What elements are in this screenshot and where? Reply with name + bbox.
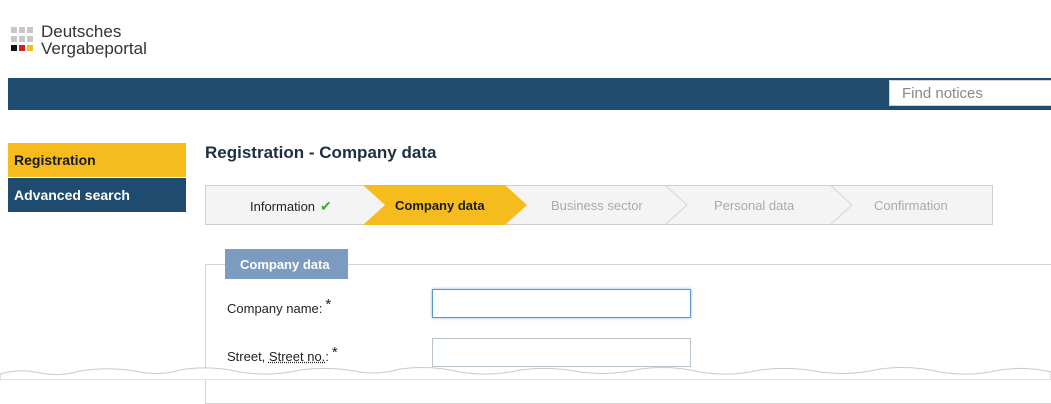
brand-line-1: Deutsches [41, 22, 122, 41]
company-name-label: Company name: * [227, 296, 331, 316]
sidebar-item-label: Registration [14, 152, 96, 168]
sidebar-item-advanced-search[interactable]: Advanced search [8, 178, 186, 212]
step-information: Information ✔ [250, 198, 332, 215]
sidebar-item-registration[interactable]: Registration [8, 143, 186, 177]
step-label: Business sector [551, 198, 643, 213]
company-name-label-text: Company name: [227, 301, 323, 316]
search-input[interactable] [889, 80, 1051, 106]
required-marker: * [331, 344, 338, 361]
step-company-data: Company data [395, 198, 485, 213]
step-label: Information [250, 199, 316, 214]
step-business-sector: Business sector [551, 198, 643, 213]
company-data-panel [205, 264, 1051, 404]
panel-legend: Company data [225, 249, 348, 279]
step-personal-data: Personal data [714, 198, 794, 213]
company-name-input[interactable] [432, 289, 691, 318]
step-label: Company data [395, 198, 485, 213]
checkmark-icon: ✔ [320, 198, 332, 214]
torn-edge-decoration [0, 367, 1051, 380]
registration-stepper: Information ✔ Company data Business secto… [205, 185, 993, 225]
brand-line-2: Vergabeportal [41, 39, 147, 58]
page-title: Registration - Company data [205, 143, 437, 162]
step-confirmation: Confirmation [874, 198, 948, 213]
top-navbar [8, 78, 1051, 110]
logo-text: Deutsches Vergabeportal [41, 23, 147, 57]
sidebar-item-label: Advanced search [14, 187, 130, 203]
step-label: Personal data [714, 198, 795, 213]
required-marker: * [325, 296, 332, 313]
logo-grid-icon [11, 27, 36, 54]
step-label: Confirmation [874, 198, 948, 213]
